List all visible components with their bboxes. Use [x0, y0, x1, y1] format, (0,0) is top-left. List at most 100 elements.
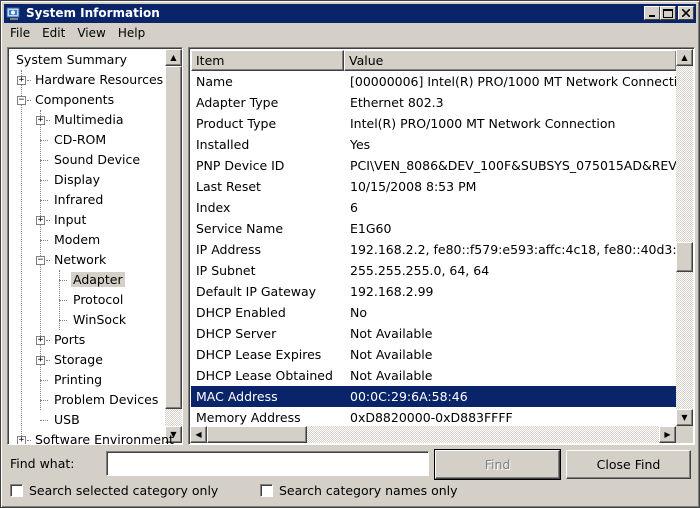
- expand-icon[interactable]: +: [36, 356, 45, 365]
- tree-item[interactable]: Multimedia: [52, 110, 126, 130]
- list-row[interactable]: IP Subnet 255.255.255.0, 64, 64: [191, 260, 677, 281]
- list-row[interactable]: Adapter Type Ethernet 802.3: [191, 92, 677, 113]
- tree-item[interactable]: Protocol: [71, 290, 125, 310]
- tree-connector: [59, 280, 67, 281]
- tree-connector: [27, 440, 31, 441]
- tree-item[interactable]: Components: [33, 90, 116, 110]
- search-category-names-option[interactable]: Search category names only: [260, 483, 458, 498]
- menu-edit[interactable]: Edit: [36, 26, 71, 40]
- expand-icon[interactable]: +: [36, 116, 45, 125]
- row-value: E1G60: [350, 221, 392, 236]
- tree-item[interactable]: Sound Device: [52, 150, 142, 170]
- tree-item[interactable]: Adapter: [71, 270, 125, 290]
- minimize-button[interactable]: [644, 6, 660, 20]
- list-row[interactable]: Product Type Intel(R) PRO/1000 MT Network…: [191, 113, 677, 134]
- menu-view[interactable]: View: [71, 26, 111, 40]
- tree-item[interactable]: CD-ROM: [52, 130, 108, 150]
- column-header-item[interactable]: Item: [191, 50, 344, 71]
- list-header: Item Value: [191, 50, 677, 71]
- system-information-window: System Information File Edit View Help ▲…: [0, 0, 700, 508]
- list-row[interactable]: Last Reset 10/15/2008 8:53 PM: [191, 176, 677, 197]
- tree-item[interactable]: Ports: [52, 330, 87, 350]
- tree-item[interactable]: Problem Devices: [52, 390, 160, 410]
- tree-connector: [40, 160, 48, 161]
- column-header-value[interactable]: Value: [344, 50, 677, 71]
- list-row[interactable]: DHCP Server Not Available: [191, 323, 677, 344]
- tree-connector: [40, 180, 48, 181]
- list-row[interactable]: DHCP Enabled No: [191, 302, 677, 323]
- tree-item[interactable]: Printing: [52, 370, 104, 390]
- collapse-icon[interactable]: −: [17, 96, 26, 105]
- tree-item[interactable]: USB: [52, 410, 82, 430]
- tree-item[interactable]: Software Environment: [33, 430, 176, 445]
- tree-item[interactable]: Display: [52, 170, 102, 190]
- list-row[interactable]: IP Address 192.168.2.2, fe80::f579:e593:a…: [191, 239, 677, 260]
- list-row[interactable]: MAC Address 00:0C:29:6A:58:46: [191, 386, 677, 407]
- row-value: 0xD8820000-0xD883FFFF: [350, 410, 513, 425]
- tree-item-label: USB: [54, 412, 80, 427]
- tree-item[interactable]: Network: [52, 250, 108, 270]
- title-bar[interactable]: System Information: [4, 4, 696, 23]
- tree-item[interactable]: Infrared: [52, 190, 105, 210]
- expand-icon[interactable]: +: [17, 436, 26, 444]
- row-item: Memory Address: [196, 410, 301, 425]
- tree-item-label: Ports: [54, 332, 86, 347]
- list-row[interactable]: Memory Address 0xD8820000-0xD883FFFF: [191, 407, 677, 428]
- arrow-left-icon: ◀: [195, 430, 202, 439]
- menu-file[interactable]: File: [4, 26, 36, 40]
- tree-item-label: Software Environment: [35, 432, 174, 445]
- tree-item[interactable]: Hardware Resources: [33, 70, 165, 90]
- list-row[interactable]: Installed Yes: [191, 134, 677, 155]
- find-what-input[interactable]: [106, 451, 429, 476]
- row-value: Yes: [350, 137, 371, 152]
- list-scroll-down-button[interactable]: ▼: [676, 409, 693, 426]
- list-row[interactable]: DHCP Lease Expires Not Available: [191, 344, 677, 365]
- expand-icon[interactable]: +: [36, 216, 45, 225]
- list-scroll-up-button[interactable]: ▲: [676, 49, 693, 66]
- tree-connector: [59, 300, 67, 301]
- row-item: Last Reset: [196, 179, 261, 194]
- tree-connector: [46, 220, 50, 221]
- row-item: IP Subnet: [196, 263, 256, 278]
- expand-icon[interactable]: +: [17, 76, 26, 85]
- row-value: Not Available: [350, 368, 433, 383]
- category-tree: ▲ ▼ System Summary Hardware Resources + Com…: [7, 47, 183, 445]
- list-scroll-left-button[interactable]: ◀: [190, 426, 207, 443]
- list-row[interactable]: DHCP Lease Obtained Not Available: [191, 365, 677, 386]
- tree-item-label: Protocol: [73, 292, 124, 307]
- list-scroll-thumb[interactable]: [676, 242, 693, 272]
- list-row[interactable]: Index 6: [191, 197, 677, 218]
- list-row[interactable]: Default IP Gateway 192.168.2.99: [191, 281, 677, 302]
- list-horizontal-scrollbar[interactable]: ◀ ▶: [190, 426, 676, 443]
- search-selected-category-checkbox[interactable]: [10, 484, 23, 497]
- tree-item-label: Hardware Resources: [35, 72, 164, 87]
- list-vertical-scrollbar[interactable]: ▲ ▼: [676, 49, 693, 426]
- list-scroll-right-button[interactable]: ▶: [659, 426, 676, 443]
- list-row[interactable]: PNP Device ID PCI\VEN_8086&DEV_100F&SUBSY…: [191, 155, 677, 176]
- maximize-button[interactable]: [660, 6, 676, 20]
- search-selected-category-option[interactable]: Search selected category only: [10, 483, 218, 498]
- list-row[interactable]: Name [00000006] Intel(R) PRO/1000 MT Netw…: [191, 71, 677, 92]
- tree-item[interactable]: Modem: [52, 230, 102, 250]
- tree-item[interactable]: Input: [52, 210, 88, 230]
- tree-item-label: Modem: [54, 232, 101, 247]
- close-button[interactable]: [678, 6, 694, 20]
- search-category-names-checkbox[interactable]: [260, 484, 273, 497]
- tree-vertical-scrollbar[interactable]: ▲ ▼: [165, 49, 182, 443]
- list-hscroll-thumb[interactable]: [207, 426, 307, 443]
- find-button[interactable]: Find: [434, 449, 561, 480]
- tree-item[interactable]: System Summary: [14, 50, 129, 70]
- minimize-icon: [649, 15, 655, 17]
- menu-help[interactable]: Help: [112, 26, 151, 40]
- close-find-button[interactable]: Close Find: [566, 450, 691, 479]
- collapse-icon[interactable]: −: [36, 256, 45, 265]
- list-row[interactable]: Service Name E1G60: [191, 218, 677, 239]
- tree-scroll-thumb[interactable]: [165, 66, 182, 409]
- tree-connector: [59, 320, 67, 321]
- tree-scroll-up-button[interactable]: ▲: [165, 49, 182, 66]
- tree-item[interactable]: Storage: [52, 350, 105, 370]
- tree-item-label: Infrared: [54, 192, 104, 207]
- tree-item-label: Adapter: [71, 272, 125, 287]
- tree-item[interactable]: WinSock: [71, 310, 128, 330]
- expand-icon[interactable]: +: [36, 336, 45, 345]
